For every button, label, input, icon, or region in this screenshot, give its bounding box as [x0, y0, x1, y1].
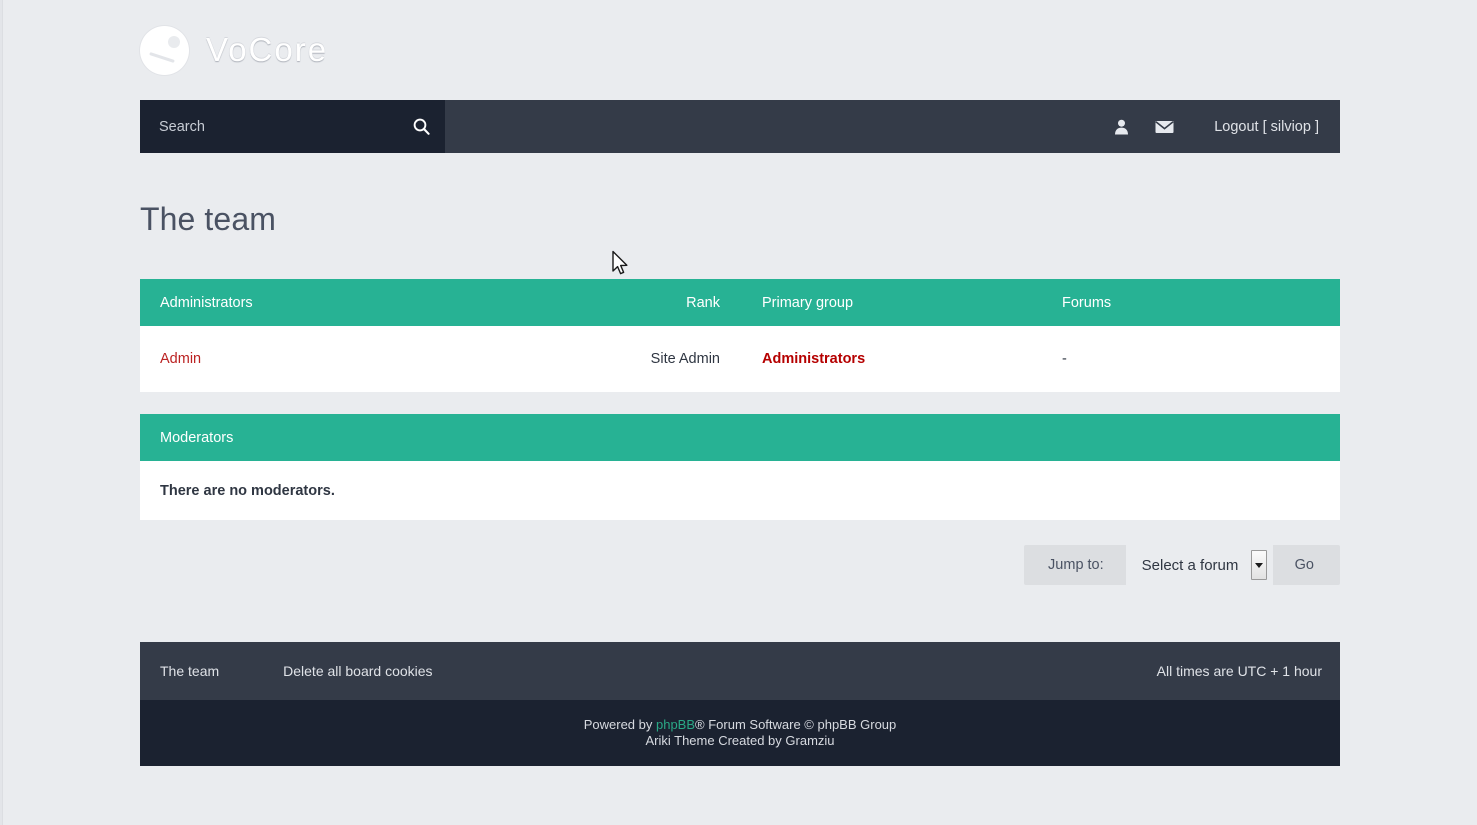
administrators-panel: Administrators Rank Primary group Forums…	[140, 279, 1340, 392]
forum-select[interactable]: Select a forum	[1125, 545, 1251, 585]
vocore-circle-logo-icon	[140, 25, 189, 75]
header-cell-forums: Forums	[1062, 294, 1112, 311]
moderators-panel: Moderators There are no moderators.	[140, 414, 1340, 520]
jumpbox: Jump to: Select a forum Go	[1024, 545, 1340, 585]
site-logo-text: VoCore	[206, 31, 329, 68]
jumpbox-go-button[interactable]: Go	[1273, 545, 1340, 585]
jumpbox-label: Jump to:	[1048, 557, 1104, 573]
jumpbox-select-wrapper[interactable]: Select a forum	[1125, 545, 1273, 585]
footer-link-the-team[interactable]: The team	[160, 663, 219, 679]
moderators-empty-message: There are no moderators.	[140, 461, 1340, 520]
viewport-left-border	[0, 0, 3, 825]
page-title: The team	[140, 201, 276, 237]
chevron-down-icon[interactable]	[1250, 550, 1267, 580]
powered-by-prefix: Powered by	[583, 717, 656, 732]
site-logo-link[interactable]: VoCore	[140, 25, 329, 75]
powered-by-line: Powered by phpBB® Forum Software © phpBB…	[584, 717, 897, 733]
administrators-table-header: Administrators Rank Primary group Forums	[140, 279, 1340, 326]
cell-username: Admin	[140, 351, 595, 367]
jumpbox-row: Jump to: Select a forum Go	[140, 545, 1340, 585]
logout-link[interactable]: Logout [ silviop ]	[1186, 119, 1322, 135]
header-cell-administrators: Administrators	[160, 294, 253, 311]
powered-by-suffix: ® Forum Software © phpBB Group	[695, 717, 897, 732]
main-navbar: Logout [ silviop ]	[140, 100, 1340, 153]
user-link-admin[interactable]: Admin	[160, 351, 201, 367]
header-cell-rank: Rank	[686, 294, 720, 311]
footer-nav: The team Delete all board cookies All ti…	[140, 642, 1340, 700]
search-icon	[413, 118, 430, 135]
header-cell-moderators: Moderators	[160, 429, 234, 446]
moderators-table-header: Moderators	[140, 414, 1340, 461]
site-header: VoCore	[140, 0, 1340, 100]
phpbb-link[interactable]: phpBB	[656, 717, 695, 732]
user-icon	[1115, 119, 1129, 134]
footer-timezone: All times are UTC + 1 hour	[1156, 663, 1322, 679]
footer-link-delete-cookies[interactable]: Delete all board cookies	[283, 663, 432, 679]
title-spacer	[140, 238, 1340, 279]
envelope-icon	[1155, 120, 1174, 133]
search-box[interactable]	[140, 100, 445, 153]
user-profile-link[interactable]	[1100, 100, 1143, 153]
cell-forums: -	[1062, 351, 1067, 367]
search-submit-button[interactable]	[397, 100, 445, 153]
panel-gap	[140, 392, 1340, 414]
table-row: Admin Site Admin Administrators -	[140, 326, 1340, 392]
footer-credits: Powered by phpBB® Forum Software © phpBB…	[140, 700, 1340, 766]
page-wrapper: VoCore Search Logout [silviop] The tea…	[140, 0, 1340, 766]
navbar-right-group: Logout [ silviop ]	[1100, 100, 1340, 153]
header-cell-primary-group: Primary group	[762, 294, 854, 311]
cell-rank: Site Admin	[650, 351, 720, 367]
theme-credit-line: Ariki Theme Created by Gramziu	[645, 733, 835, 748]
private-messages-link[interactable]	[1143, 100, 1186, 153]
cell-primary-group: Administrators	[762, 351, 866, 367]
search-input[interactable]	[159, 115, 397, 138]
